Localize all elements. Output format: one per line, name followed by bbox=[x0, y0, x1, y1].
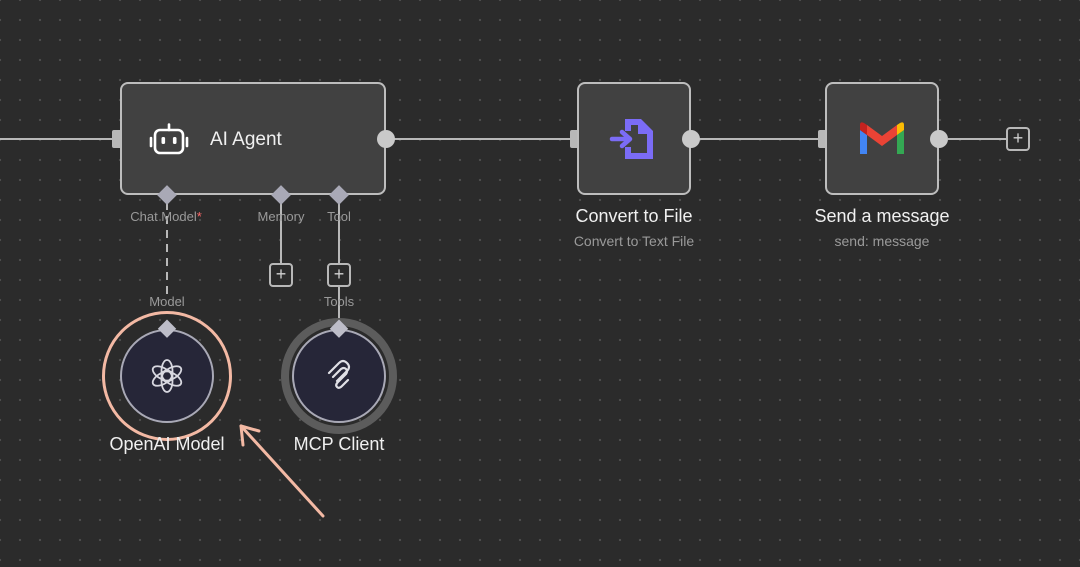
pointer-arrow bbox=[239, 424, 325, 518]
workflow-canvas[interactable]: AI Agent Chat Model* Memory Tool + + + C… bbox=[0, 0, 1080, 567]
